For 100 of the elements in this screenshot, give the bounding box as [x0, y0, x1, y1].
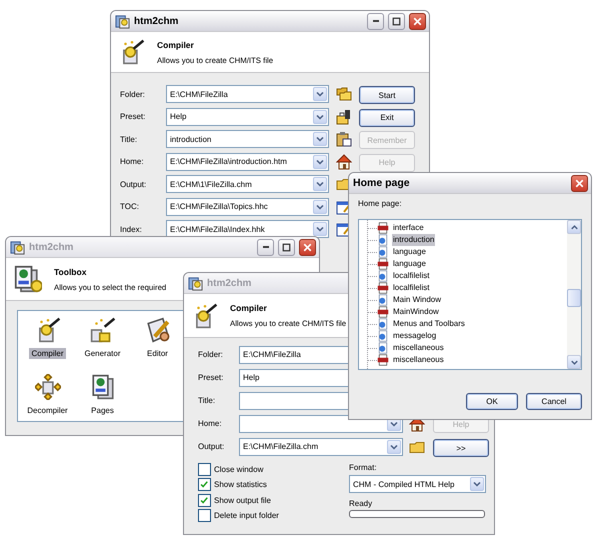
maximize-icon — [280, 240, 293, 254]
minimize-button[interactable] — [367, 12, 384, 30]
tool-item[interactable]: Generator — [82, 348, 123, 359]
window-title: htm2chm — [29, 242, 74, 252]
push-button[interactable]: OK — [466, 393, 518, 410]
push-button[interactable]: Start — [359, 86, 415, 104]
field-label: Output: — [120, 180, 148, 189]
dropdown-field[interactable]: E:\CHM\FileZilla\Topics.hhc — [166, 198, 329, 216]
tool-item[interactable]: Editor — [145, 348, 170, 359]
maximize-button[interactable] — [388, 12, 405, 30]
field-label: Title: — [120, 134, 138, 144]
format-dropdown[interactable]: CHM - Compiled HTML Help — [349, 475, 486, 493]
tree-item[interactable]: introduction — [392, 234, 436, 246]
briefcase-icon — [336, 108, 352, 125]
web-page-icon — [377, 330, 389, 342]
tree-item[interactable]: MainWindow — [392, 306, 440, 318]
tree-item[interactable]: messagelog — [392, 330, 438, 342]
web-page-icon — [377, 294, 389, 306]
window-title: htm2chm — [207, 278, 252, 288]
folders-icon — [336, 86, 352, 102]
image-file-icon — [377, 306, 389, 318]
close-button[interactable] — [571, 174, 588, 192]
web-page-icon — [377, 234, 389, 246]
field-label: Index: — [120, 224, 143, 234]
tree-item[interactable]: language — [392, 246, 427, 258]
tree-item[interactable]: Menus and Toolbars — [392, 318, 466, 330]
quill-icon — [144, 317, 170, 343]
field-label: TOC: — [120, 202, 140, 212]
field-label: Folder: — [120, 90, 146, 99]
field-label: Title: — [198, 396, 216, 405]
option-label: Show output file — [214, 496, 271, 505]
window-title: Home page — [353, 177, 410, 189]
dropdown-field[interactable]: E:\CHM\FileZilla.chm — [239, 438, 403, 456]
pages-icon — [90, 374, 116, 400]
dropdown-field[interactable]: E:\CHM\1\FileZilla.chm — [166, 175, 329, 194]
tree-item[interactable]: localfilelist — [392, 282, 430, 294]
minimize-icon — [262, 246, 268, 248]
web-page-icon — [377, 246, 389, 258]
minimize-icon — [372, 20, 378, 22]
field-label: Home: — [198, 419, 223, 428]
web-page-icon — [377, 318, 389, 330]
web-page-icon — [377, 270, 389, 282]
push-button[interactable]: Cancel — [526, 393, 582, 410]
image-file-icon — [377, 222, 389, 234]
dropdown-field[interactable]: E:\CHM\FileZilla — [166, 85, 329, 104]
status-text: Ready — [349, 499, 374, 508]
check-icon — [199, 479, 210, 490]
window-title: htm2chm — [134, 16, 178, 26]
tree-item[interactable]: interface — [392, 222, 425, 234]
dropdown-field[interactable]: E:\CHM\FileZilla\Index.hhk — [166, 220, 329, 238]
app-icon — [10, 240, 25, 254]
image-file-icon — [377, 282, 389, 294]
dropdown-field[interactable]: Help — [166, 108, 329, 126]
tree-item[interactable]: localfilelist — [392, 270, 430, 282]
checkbox[interactable] — [198, 478, 211, 492]
header-title: Compiler — [157, 40, 194, 50]
scrollbar-thumb[interactable] — [567, 289, 581, 307]
close-button[interactable] — [409, 12, 426, 30]
close-icon — [301, 240, 314, 254]
tool-item[interactable]: Pages — [89, 405, 116, 416]
close-button[interactable] — [299, 238, 316, 256]
list-label: Home page: — [358, 199, 403, 208]
web-page-icon — [377, 342, 389, 354]
field-label: Output: — [198, 442, 226, 451]
checkbox[interactable] — [198, 509, 211, 522]
field-label: Folder: — [198, 350, 224, 359]
format-label: Format: — [349, 463, 378, 472]
app-icon — [115, 14, 130, 28]
check-icon — [199, 494, 210, 506]
wand-icon — [90, 317, 116, 343]
push-button[interactable]: >> — [433, 439, 489, 457]
header-title: Toolbox — [54, 266, 86, 276]
tool-item[interactable]: Compiler — [29, 348, 66, 359]
close-icon — [411, 14, 424, 28]
diamonds-icon — [34, 374, 60, 400]
checkbox[interactable] — [198, 494, 211, 507]
tool-item[interactable]: Decompiler — [25, 405, 70, 416]
house-icon — [336, 154, 352, 170]
field-label: Preset: — [198, 373, 224, 382]
dropdown-field[interactable]: E:\CHM\FileZilla\introduction.htm — [166, 152, 329, 171]
maximize-icon — [390, 14, 403, 28]
dropdown-field[interactable]: introduction — [166, 130, 329, 148]
tree-item[interactable]: language — [392, 258, 427, 270]
app-icon — [188, 276, 203, 290]
maximize-button[interactable] — [278, 238, 295, 256]
image-file-icon — [377, 354, 389, 366]
image-file-icon — [377, 258, 389, 270]
field-label: Home: — [120, 157, 145, 166]
clipboard-icon — [336, 131, 352, 148]
option-label: Close window — [214, 465, 264, 474]
option-label: Delete input folder — [214, 511, 279, 520]
option-label: Show statistics — [214, 480, 267, 490]
tree-item[interactable]: Main Window — [392, 294, 442, 306]
field-label: Preset: — [120, 112, 146, 122]
minimize-button[interactable] — [257, 238, 274, 256]
checkbox[interactable] — [198, 463, 211, 476]
scrollbar[interactable] — [567, 220, 581, 369]
pages-icon — [14, 265, 42, 293]
close-icon — [573, 176, 586, 190]
push-button[interactable]: Exit — [359, 108, 415, 126]
